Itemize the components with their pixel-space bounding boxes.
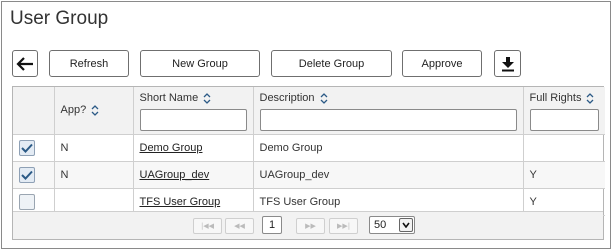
column-header-full-rights[interactable]: Full Rights [522, 87, 605, 135]
pagination-bar: |◀◀ ◀◀ 1 ▶▶ ▶▶| 50 [13, 211, 603, 239]
short-name-link[interactable]: TFS User Group [140, 196, 221, 208]
column-label-description: Description [259, 92, 315, 104]
next-page-button[interactable]: ▶▶ [296, 218, 325, 234]
short-name-cell: UAGroup_dev [132, 161, 254, 189]
app-cell: N [53, 134, 134, 162]
toolbar: Refresh New Group Delete Group Approve [12, 50, 602, 77]
current-page[interactable]: 1 [262, 216, 282, 234]
delete-group-button[interactable]: Delete Group [271, 50, 392, 77]
table-row[interactable]: N UAGroup_dev UAGroup_dev Y [13, 161, 605, 189]
sort-icon[interactable] [203, 92, 211, 104]
description-cell: Demo Group [252, 134, 524, 162]
chevron-down-icon[interactable] [399, 218, 413, 232]
new-group-button[interactable]: New Group [140, 50, 260, 77]
page-size-value: 50 [374, 219, 387, 231]
row-select-cell [13, 134, 55, 162]
checkmark-icon [21, 170, 33, 180]
column-label-short-name: Short Name [139, 92, 199, 104]
download-button[interactable] [494, 50, 521, 77]
full-rights-cell [522, 134, 605, 162]
user-group-panel: User Group Refresh New Group Delete Grou… [1, 1, 611, 249]
sort-icon[interactable] [586, 92, 594, 104]
short-name-filter-input[interactable] [139, 109, 247, 131]
refresh-button[interactable]: Refresh [49, 50, 129, 77]
page-title: User Group [10, 8, 109, 29]
row-select-cell [13, 161, 55, 189]
table-row[interactable]: N Demo Group Demo Group [13, 134, 605, 162]
column-header-app[interactable]: App? [53, 87, 134, 135]
table-header-row: App? Short Name Description Full Rights [13, 87, 605, 135]
back-button[interactable] [12, 50, 38, 77]
description-filter-input[interactable] [259, 109, 517, 131]
column-label-app: App? [60, 104, 87, 116]
last-page-button[interactable]: ▶▶| [329, 218, 358, 234]
row-checkbox[interactable] [19, 194, 35, 210]
arrow-left-icon [16, 56, 33, 71]
row-checkbox[interactable] [19, 140, 35, 156]
download-icon [501, 56, 514, 71]
full-rights-filter-input[interactable] [529, 109, 599, 131]
row-checkbox[interactable] [19, 167, 35, 183]
app-cell: N [53, 161, 134, 189]
approve-button[interactable]: Approve [402, 50, 482, 77]
short-name-link[interactable]: Demo Group [140, 142, 203, 154]
column-header-description[interactable]: Description [252, 87, 524, 135]
short-name-link[interactable]: UAGroup_dev [140, 169, 210, 181]
sort-icon[interactable] [91, 104, 99, 116]
prev-page-button[interactable]: ◀◀ [225, 218, 254, 234]
column-header-select [13, 87, 55, 135]
description-cell: UAGroup_dev [252, 161, 524, 189]
page-size-select[interactable]: 50 [369, 216, 415, 234]
full-rights-cell: Y [522, 161, 605, 189]
column-label-full-rights: Full Rights [529, 92, 582, 104]
checkmark-icon [21, 143, 33, 153]
short-name-cell: Demo Group [132, 134, 254, 162]
column-header-short-name[interactable]: Short Name [132, 87, 254, 135]
sort-icon[interactable] [320, 92, 328, 104]
user-group-table: App? Short Name Description Full Rights … [12, 86, 605, 240]
first-page-button[interactable]: |◀◀ [193, 218, 222, 234]
